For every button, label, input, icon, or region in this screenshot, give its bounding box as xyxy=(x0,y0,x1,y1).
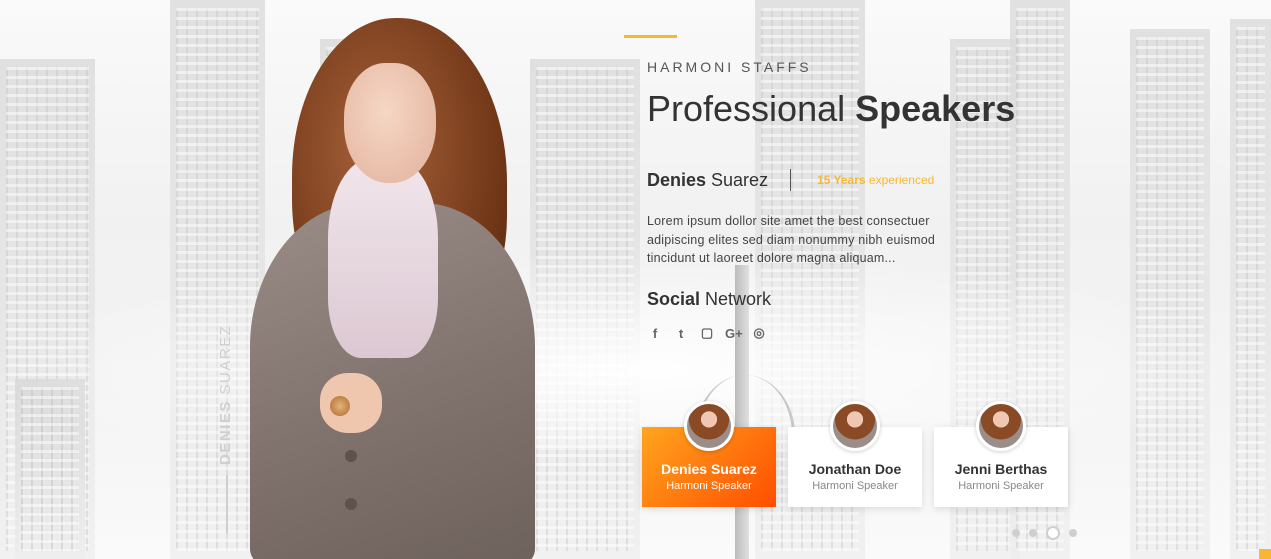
section-subtitle: HARMONI STAFFS xyxy=(647,59,812,75)
avatar xyxy=(976,401,1026,451)
instagram-icon[interactable]: ◎ xyxy=(751,325,767,341)
vertical-divider xyxy=(226,475,228,533)
pagination-dot[interactable] xyxy=(1069,529,1077,537)
corner-accent xyxy=(1259,549,1271,559)
speaker-card-role: Harmoni Speaker xyxy=(666,480,752,492)
speaker-name-row: Denies Suarez 15 Years experienced xyxy=(647,169,934,191)
title-bold: Speakers xyxy=(855,88,1016,129)
twitch-icon[interactable]: ▢ xyxy=(699,325,715,341)
social-network-title: Social Network xyxy=(647,289,771,310)
speaker-card-denies-suarez[interactable]: Denies Suarez Harmoni Speaker xyxy=(642,401,776,507)
vertical-last-name: SUAREZ xyxy=(217,324,234,401)
speaker-card-jenni-berthas[interactable]: Jenni Berthas Harmoni Speaker xyxy=(934,401,1068,507)
twitter-icon[interactable]: t xyxy=(673,326,689,341)
pagination-dot-active[interactable] xyxy=(1046,526,1060,540)
carousel-pagination xyxy=(1012,526,1077,540)
name-separator xyxy=(790,169,792,191)
city-background xyxy=(0,0,1271,559)
experience-label: experienced xyxy=(865,173,935,187)
avatar xyxy=(684,401,734,451)
speaker-name: Denies Suarez xyxy=(647,170,768,191)
speaker-description: Lorem ipsum dollor site amet the best co… xyxy=(647,214,936,265)
google-plus-icon[interactable]: G+ xyxy=(725,326,743,341)
pagination-dot[interactable] xyxy=(1012,529,1020,537)
featured-speaker-photo xyxy=(250,18,560,559)
speaker-card-role: Harmoni Speaker xyxy=(958,480,1044,492)
section-title: Professional Speakers xyxy=(647,88,1015,130)
speaker-card-name: Jenni Berthas xyxy=(954,461,1048,477)
speaker-card-name: Jonathan Doe xyxy=(808,461,902,477)
social-title-light: Network xyxy=(700,289,772,309)
experience-text: 15 Years experienced xyxy=(817,173,934,187)
speaker-card-role: Harmoni Speaker xyxy=(812,480,898,492)
facebook-icon[interactable]: f xyxy=(647,326,663,341)
avatar xyxy=(830,401,880,451)
title-light: Professional xyxy=(647,88,856,129)
speaker-last-name: Suarez xyxy=(706,169,769,190)
speaker-card-jonathan-doe[interactable]: Jonathan Doe Harmoni Speaker xyxy=(788,401,922,507)
speaker-card-name: Denies Suarez xyxy=(661,461,757,477)
experience-years: 15 Years xyxy=(817,173,866,187)
vertical-speaker-name: DENIES SUAREZ xyxy=(217,325,234,465)
social-icons: f t ▢ G+ ◎ xyxy=(647,325,767,341)
accent-bar xyxy=(624,35,677,38)
pagination-dot[interactable] xyxy=(1029,529,1037,537)
vertical-first-name: DENIES xyxy=(217,400,234,465)
speaker-first-name: Denies xyxy=(647,169,707,190)
social-title-bold: Social xyxy=(647,289,701,309)
